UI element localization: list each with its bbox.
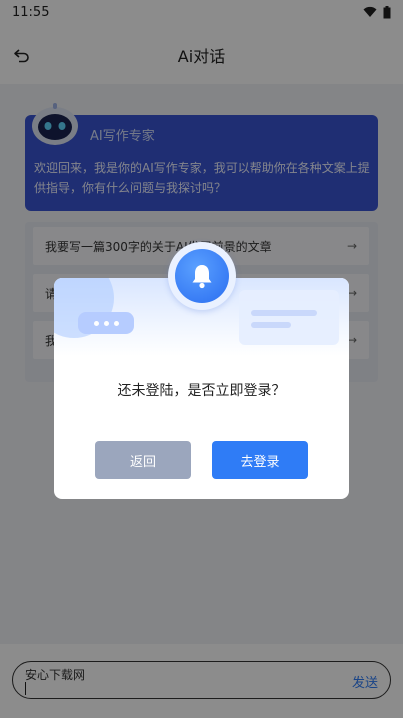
login-button[interactable]: 去登录 xyxy=(212,441,308,479)
chat-bubble-icon xyxy=(78,312,134,334)
bell-badge xyxy=(168,242,236,310)
bell-icon xyxy=(192,265,212,289)
dialog-message: 还未登陆，是否立即登录？ xyxy=(117,383,286,399)
cancel-button[interactable]: 返回 xyxy=(95,441,191,479)
decorative-card xyxy=(239,290,339,345)
login-dialog: 还未登陆，是否立即登录？ 返回 去登录 xyxy=(54,242,349,499)
